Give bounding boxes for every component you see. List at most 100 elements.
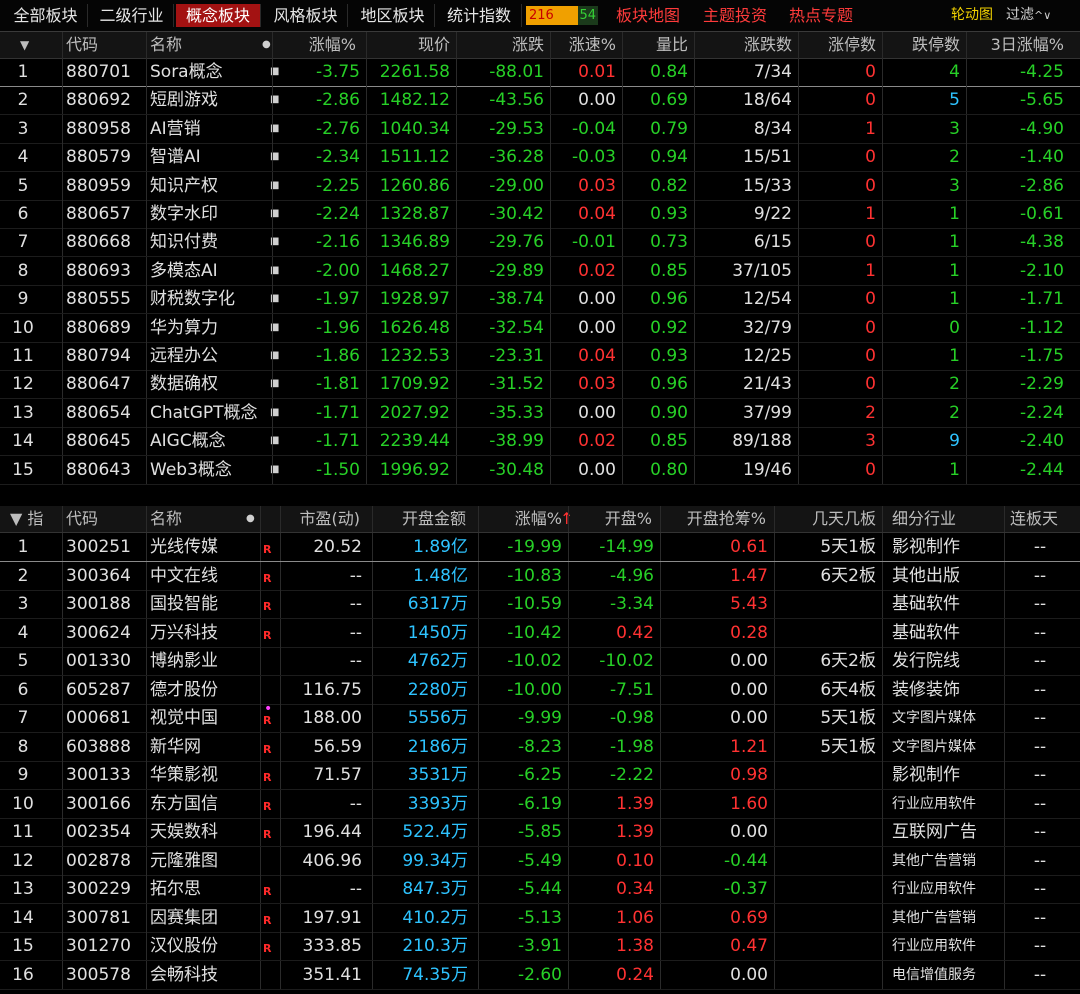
column-header[interactable]: 涨速% xyxy=(550,32,616,58)
column-divider xyxy=(272,285,273,314)
column-divider xyxy=(146,818,147,846)
column-header[interactable]: 代码 xyxy=(66,32,136,58)
sector-row[interactable]: 12 880647 数据确权 -1.81 1709.92 -31.52 0.03 0.96 21… xyxy=(0,370,1080,400)
column-divider xyxy=(456,285,457,314)
column-divider xyxy=(478,846,479,875)
tab-secondary-industry[interactable]: 二级行业 xyxy=(90,4,174,27)
rotation-chart-button[interactable]: 轮动图 xyxy=(951,4,993,27)
column-header[interactable]: 市盈(动) xyxy=(280,506,361,532)
sort-dropdown-icon[interactable]: ▼ xyxy=(20,32,40,58)
sector-row[interactable]: 2 880692 短剧游戏 -2.86 1482.12 -43.56 0.00 0.69 18/… xyxy=(0,86,1080,116)
stock-row[interactable]: 16 300578 会畅科技 351.41 74.35万 -2.60 0.24 0.00 电信增… xyxy=(0,960,1080,990)
sector-row[interactable]: 7 880668 知识付费 -2.16 1346.89 -29.76 -0.01 0.73 6/… xyxy=(0,228,1080,258)
sector-row[interactable]: 13 880654 ChatGPT概念 -1.71 2027.92 -35.33 0.00 0… xyxy=(0,398,1080,428)
stock-row[interactable]: 13 300229 拓尔思 R -- 847.3万 -5.44 0.34 -0.37 行业应用软件… xyxy=(0,875,1080,904)
column-divider xyxy=(568,561,569,590)
column-divider xyxy=(62,846,63,875)
column-header[interactable]: 涨跌数 xyxy=(694,32,792,58)
tab-stat-index[interactable]: 统计指数 xyxy=(437,4,522,27)
column-header[interactable]: 跌停数 xyxy=(882,32,960,58)
sector-map-link[interactable]: 板块地图 xyxy=(616,4,680,27)
column-header[interactable]: 几天几板 xyxy=(774,506,876,532)
stock-row[interactable]: 2 300364 中文在线 R -- 1.48亿 -10.83 -4.96 1.47 6天2板 其他… xyxy=(0,561,1080,591)
column-divider xyxy=(478,932,479,960)
column-divider xyxy=(550,143,551,172)
cell-code: 301270 xyxy=(66,936,131,956)
sector-row[interactable]: 11 880794 远程办公 -1.86 1232.53 -23.31 0.04 0.93 12… xyxy=(0,342,1080,371)
column-header[interactable]: 开盘抢筹% xyxy=(660,506,766,532)
column-header[interactable]: 涨幅% xyxy=(478,506,562,532)
column-header[interactable]: 名称 xyxy=(150,32,262,58)
column-header[interactable]: 现价 xyxy=(366,32,450,58)
tab-all-sectors[interactable]: 全部板块 xyxy=(4,4,88,27)
column-header[interactable]: 量比 xyxy=(622,32,688,58)
column-divider xyxy=(568,789,569,818)
sector-row[interactable]: 8 880693 多模态AI -2.00 1468.27 -29.89 0.02 0.85 37… xyxy=(0,256,1080,286)
column-header[interactable]: 涨停数 xyxy=(798,32,876,58)
stock-row[interactable]: 4 300624 万兴科技 R -- 1450万 -10.42 0.42 0.28 基础软件 -- xyxy=(0,618,1080,648)
stock-row[interactable]: 15 301270 汉仪股份 R 333.85 210.3万 -3.91 1.38 0.47 行业… xyxy=(0,932,1080,961)
stock-row[interactable]: 1 300251 光线传媒 R 20.52 1.89亿 -19.99 -14.99 0.61 5天… xyxy=(0,533,1080,562)
name-menu-icon[interactable]: ● xyxy=(262,32,271,58)
cell-d3: -1.75 xyxy=(1020,346,1064,366)
sector-row[interactable]: 4 880579 智谱AI -2.34 1511.12 -36.28 -0.03 0.94 15… xyxy=(0,143,1080,173)
cell-ld: 2 xyxy=(949,402,960,423)
column-header[interactable]: 开盘% xyxy=(568,506,652,532)
column-header[interactable]: 3日涨幅% xyxy=(966,32,1064,58)
sector-row[interactable]: 5 880959 知识产权 -2.25 1260.86 -29.00 0.03 0.82 15/… xyxy=(0,171,1080,201)
stock-row[interactable]: 3 300188 国投智能 R -- 6317万 -10.59 -3.34 5.43 基础软件 -- xyxy=(0,590,1080,619)
index-toggle[interactable]: ▼ 指 xyxy=(10,506,54,532)
column-header[interactable]: 连板天 xyxy=(1010,506,1072,532)
cell-price: 1328.87 xyxy=(379,204,450,224)
column-divider xyxy=(366,114,367,143)
column-header[interactable]: 细分行业 xyxy=(892,506,994,532)
cell-code: 880689 xyxy=(66,317,131,338)
sector-row[interactable]: 14 880645 AIGC概念 -1.71 2239.44 -38.99 0.02 0.85… xyxy=(0,427,1080,457)
cell-speed: 0.00 xyxy=(578,459,616,480)
column-header[interactable]: 代码 xyxy=(66,506,134,532)
hot-topics-link[interactable]: 热点专题 xyxy=(789,4,853,27)
column-divider xyxy=(550,32,551,58)
sector-row[interactable]: 9 880555 财税数字化 -1.97 1928.97 -38.74 0.00 0.96 12… xyxy=(0,285,1080,315)
sector-row[interactable]: 3 880958 AI营销 -2.76 1040.34 -29.53 -0.04 0.79 8/… xyxy=(0,114,1080,144)
cell-i: 8 xyxy=(17,736,29,757)
stock-row[interactable]: 8 603888 新华网 R 56.59 2186万 -8.23 -1.98 1.21 5天1板文… xyxy=(0,732,1080,762)
cell-updown: 8/34 xyxy=(753,118,792,139)
cell-name: 多模态AI xyxy=(150,260,218,281)
stock-row[interactable]: 14 300781 因赛集团 R 197.91 410.2万 -5.13 1.06 0.69 其他… xyxy=(0,903,1080,933)
column-divider xyxy=(568,846,569,875)
name-menu-icon[interactable]: ● xyxy=(246,506,255,532)
theme-invest-link[interactable]: 主题投资 xyxy=(703,4,767,27)
sector-row[interactable]: 1 880701 Sora概念 -3.75 2261.58 -88.01 0.01 0.84 7… xyxy=(0,58,1080,87)
tab-concept-sectors[interactable]: 概念板块 xyxy=(176,4,261,27)
column-header[interactable]: 名称 xyxy=(150,506,248,532)
sector-row[interactable]: 6 880657 数字水印 -2.24 1328.87 -30.42 0.04 0.93 9/2… xyxy=(0,200,1080,229)
cell-name: Web3概念 xyxy=(150,459,232,480)
stock-row[interactable]: 7 000681 视觉中国 R 188.00 5556万 -9.99 -0.98 0.00 5天1… xyxy=(0,702,1080,733)
cell-ld: 2 xyxy=(949,147,960,168)
column-header[interactable]: 涨跌 xyxy=(456,32,544,58)
sector-row[interactable]: 15 880643 Web3概念 -1.50 1996.92 -30.48 0.00 0.80… xyxy=(0,455,1080,485)
tab-region-sectors[interactable]: 地区板块 xyxy=(351,4,435,27)
cell-price: 1626.48 xyxy=(379,317,450,338)
stock-row[interactable]: 5 001330 博纳影业 -- 4762万 -10.02 -10.02 0.00 6天2板 发行… xyxy=(0,647,1080,676)
stock-row[interactable]: 6 605287 德才股份 116.75 2280万 -10.00 -7.51 0.00 6天4… xyxy=(0,675,1080,705)
cell-d3: -1.71 xyxy=(1020,289,1064,310)
filter-button[interactable]: 过滤^∨ xyxy=(1006,4,1051,27)
stock-row[interactable]: 12 002878 元隆雅图 406.96 99.34万 -5.49 0.10 -0.44 其他… xyxy=(0,846,1080,876)
column-divider xyxy=(550,370,551,399)
tab-style-sectors[interactable]: 风格板块 xyxy=(264,4,348,27)
column-divider xyxy=(62,818,63,846)
stock-row[interactable]: 10 300166 东方国信 R -- 3393万 -6.19 1.39 1.60 行业应用软件 -… xyxy=(0,789,1080,819)
cell-r: R xyxy=(263,828,272,841)
stock-row[interactable]: 9 300133 华策影视 R 71.57 3531万 -6.25 -2.22 0.98 影视制作… xyxy=(0,761,1080,790)
pane-divider[interactable] xyxy=(0,494,1080,506)
column-divider xyxy=(146,789,147,818)
column-header[interactable]: 涨幅% xyxy=(272,32,360,58)
stock-row[interactable]: 11 002354 天娱数科 R 196.44 522.4万 -5.85 1.39 0.00 互联… xyxy=(0,818,1080,847)
column-header[interactable]: 开盘金额 xyxy=(372,506,466,532)
column-divider xyxy=(1004,647,1005,675)
column-divider xyxy=(774,732,775,761)
cell-pct: -10.59 xyxy=(507,594,562,614)
sector-row[interactable]: 10 880689 华为算力 -1.96 1626.48 -32.54 0.00 0.92 32… xyxy=(0,313,1080,343)
